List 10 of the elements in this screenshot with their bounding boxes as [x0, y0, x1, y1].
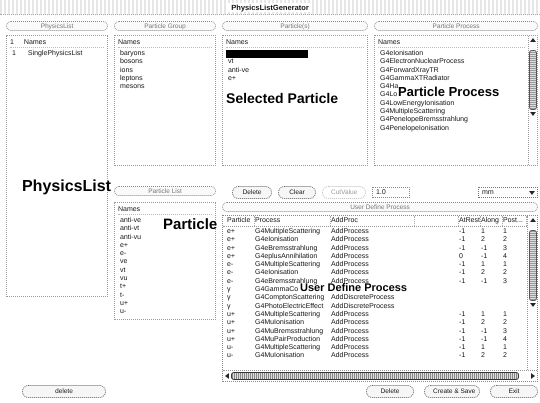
scroll-bar[interactable]: [223, 370, 537, 381]
caret-icon: [529, 190, 535, 194]
annotation-label: Selected Particle: [226, 92, 338, 105]
annotation-label: PhysicsList: [22, 180, 111, 194]
annotation-label: Particle: [163, 218, 218, 232]
scroll-bar[interactable]: [527, 216, 537, 370]
list-item[interactable]: [226, 50, 308, 58]
scroll-bar[interactable]: [528, 36, 537, 165]
annotation-label: User Define Process: [300, 284, 407, 294]
annotation-label: Particle Process: [398, 86, 500, 98]
